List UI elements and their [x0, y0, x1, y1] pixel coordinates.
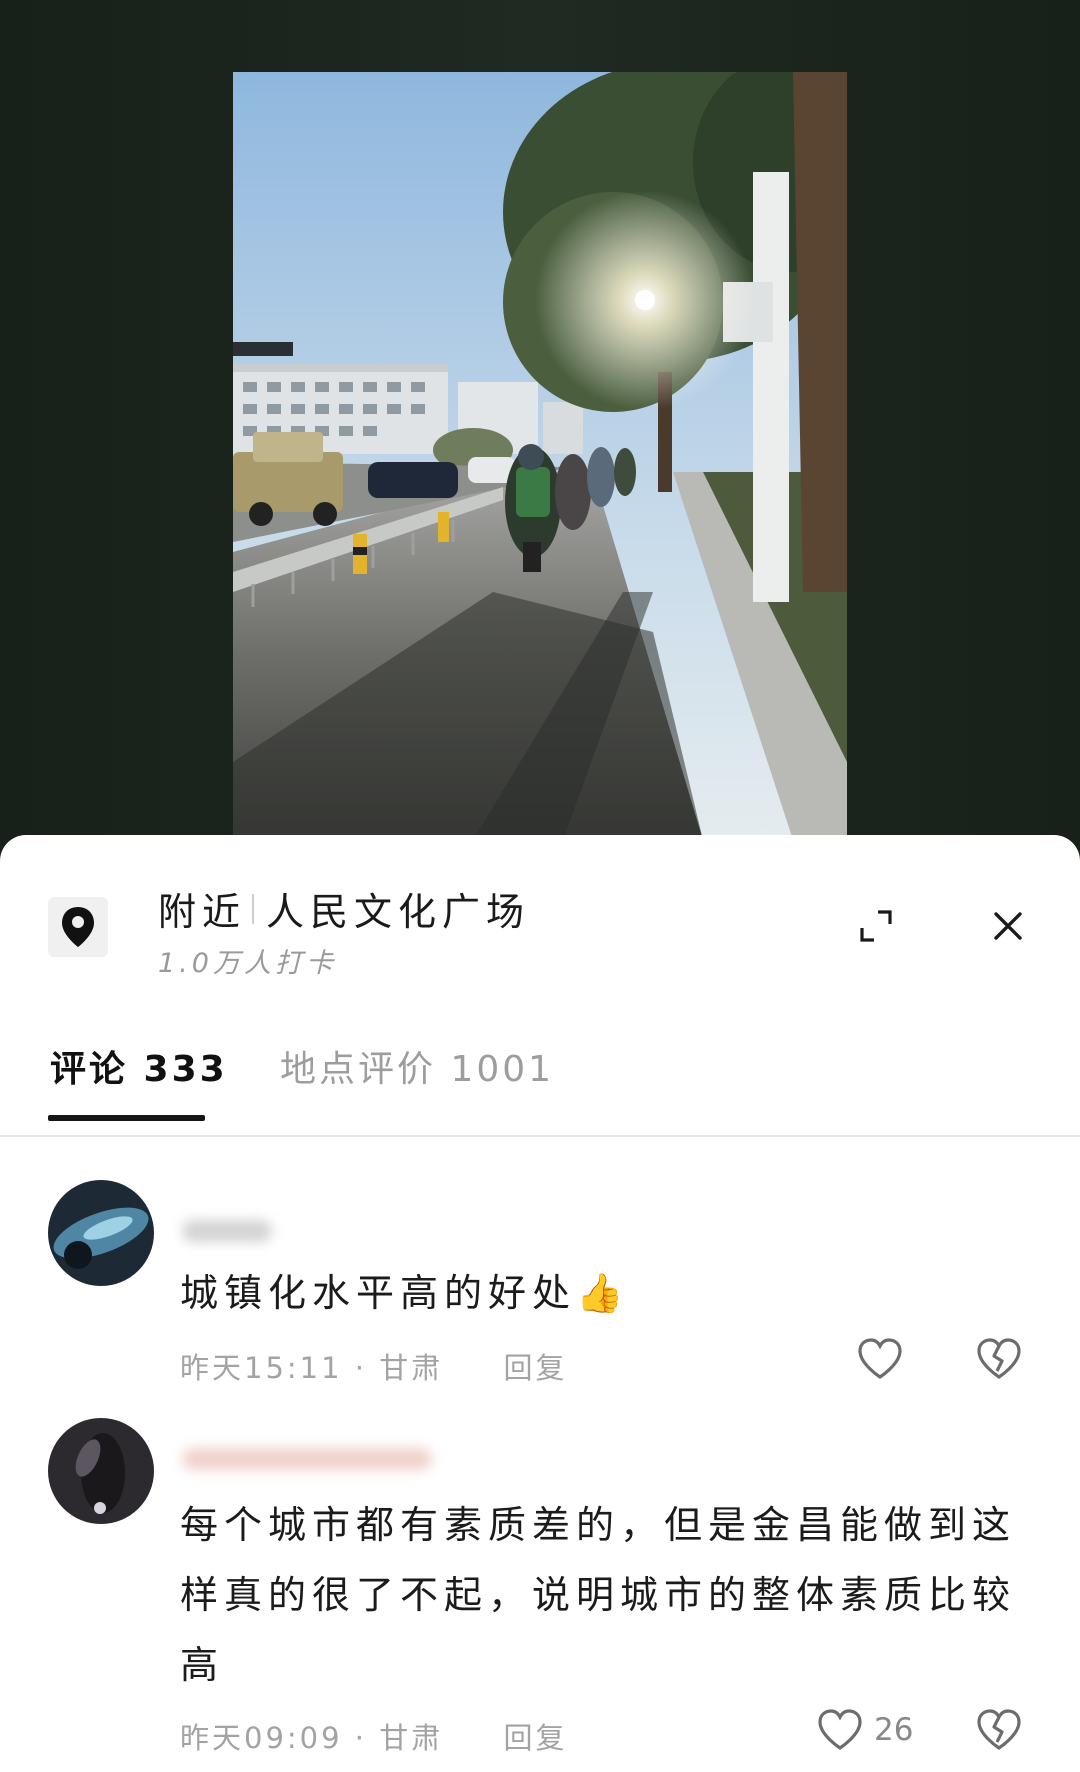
expand-button[interactable]	[856, 906, 896, 946]
meta-separator: ·	[354, 1721, 368, 1755]
meta-separator: ·	[354, 1351, 368, 1385]
location-header: 附近 人民文化广场 1.0万人打卡	[0, 835, 1080, 979]
comment-text: 城镇化水平高的好处👍	[180, 1258, 629, 1328]
comment-text: 每个城市都有素质差的，但是金昌能做到这样真的很了不起，说明城市的整体素质比较高	[180, 1503, 1017, 1687]
like-button[interactable]	[856, 1337, 914, 1381]
tab-comments[interactable]: 评论 333	[50, 1040, 228, 1092]
location-name: 人民文化广场	[266, 890, 531, 934]
location-sheet: 附近 人民文化广场 1.0万人打卡 评论 333 地点评价 1001 城镇化水平…	[0, 835, 1080, 1772]
heart-icon	[858, 1338, 902, 1379]
title-divider	[252, 893, 255, 924]
checkin-count: 1.0万人打卡	[158, 948, 337, 979]
avatar[interactable]	[48, 1180, 154, 1286]
close-icon	[994, 912, 1022, 940]
reply-button[interactable]: 回复	[503, 1351, 567, 1385]
broken-heart-icon	[977, 1338, 1021, 1379]
close-button[interactable]	[988, 906, 1028, 946]
location-pin-icon	[62, 907, 94, 947]
thumbs-up-emoji: 👍	[576, 1271, 630, 1315]
avatar[interactable]	[48, 1418, 154, 1524]
expand-icon	[860, 910, 892, 942]
post-photo[interactable]	[233, 72, 847, 840]
sheet-tabs: 评论 333 地点评价 1001	[0, 1040, 1080, 1132]
broken-heart-icon	[977, 1709, 1021, 1750]
tabs-divider	[0, 1135, 1080, 1137]
comment-meta: 昨天15:11 · 甘肃 回复	[180, 1345, 567, 1387]
like-count: 26	[874, 1712, 914, 1748]
username-blurred[interactable]	[182, 1448, 432, 1470]
comment-region: 甘肃	[379, 1351, 444, 1385]
location-title[interactable]: 附近 人民文化广场	[158, 881, 530, 936]
like-button[interactable]: 26	[816, 1708, 913, 1752]
reply-button[interactable]: 回复	[503, 1721, 567, 1755]
comment-text-body: 城镇化水平高的好处	[180, 1271, 577, 1315]
tab-location-reviews[interactable]: 地点评价 1001	[280, 1040, 554, 1092]
location-icon-box	[48, 897, 108, 957]
heart-icon	[818, 1709, 862, 1750]
comment-time: 昨天09:09	[180, 1721, 343, 1755]
comment-time: 昨天15:11	[180, 1351, 343, 1385]
dislike-button[interactable]	[975, 1337, 1023, 1385]
username-blurred[interactable]	[182, 1220, 272, 1242]
active-tab-indicator	[48, 1115, 205, 1121]
location-prefix: 附近	[158, 890, 247, 934]
comment-meta: 昨天09:09 · 甘肃 回复	[180, 1715, 567, 1757]
dislike-button[interactable]	[975, 1708, 1023, 1756]
comment-region: 甘肃	[379, 1721, 444, 1755]
